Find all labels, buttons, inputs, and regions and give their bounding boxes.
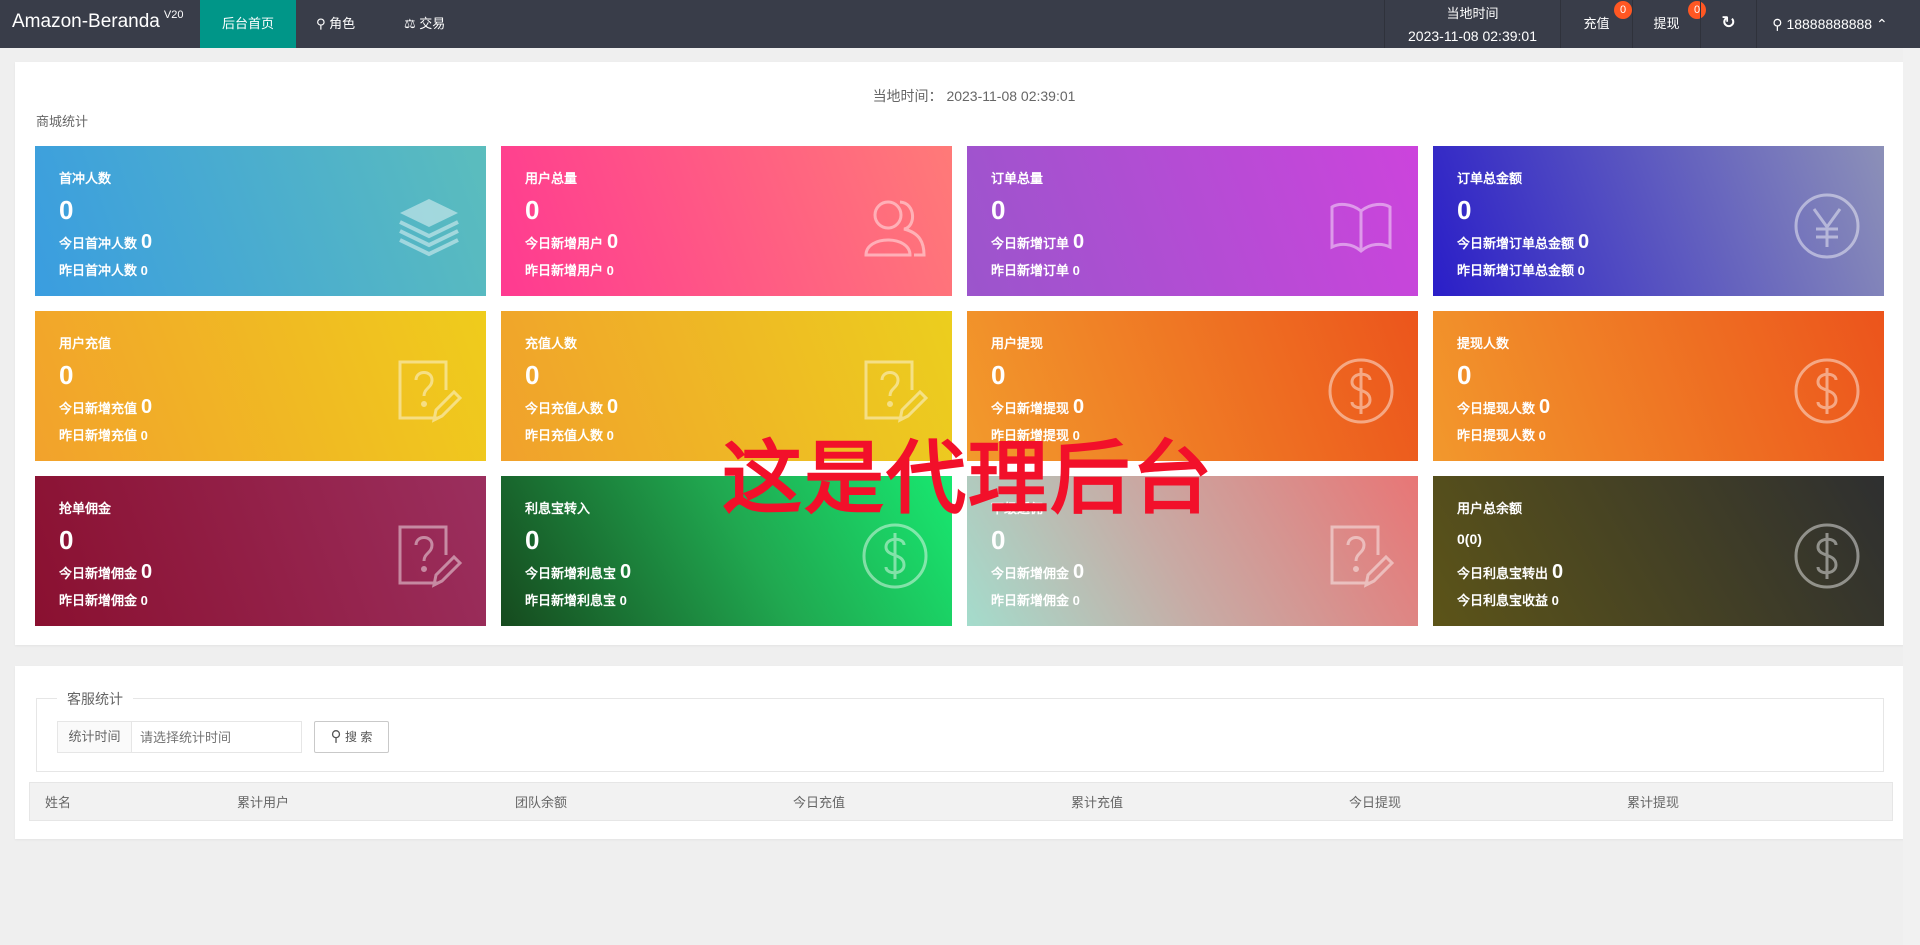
dollar-icon: [1792, 521, 1862, 591]
card-yesterday: 昨日新增用户 0: [525, 263, 614, 278]
card-yesterday: 昨日新增订单总金额 0: [1457, 263, 1585, 278]
layers-icon: [394, 191, 464, 261]
refresh-icon[interactable]: ↻: [1700, 0, 1756, 48]
card-yesterday: 昨日新增利息宝 0: [525, 593, 627, 608]
card-yesterday: 昨日首冲人数 0: [59, 263, 148, 278]
card-title: 用户提现: [991, 336, 1044, 351]
book-icon: [1326, 191, 1396, 261]
recharge-button[interactable]: 充值 0: [1560, 0, 1632, 48]
chevron-up-icon: ⌃: [1875, 16, 1888, 32]
stat-card: 用户总余额 0(0) 今日利息宝转出 0 今日利息宝收益 0: [1433, 476, 1884, 626]
top-header: Amazon-Beranda V20 后台首页 ⚲ 角色 ⚖ 交易 当地时间 20…: [0, 0, 1920, 48]
dollar-icon: [860, 521, 930, 591]
note-icon: [394, 356, 464, 426]
section-title: 商城统计: [36, 114, 89, 129]
card-yesterday: 昨日提现人数 0: [1457, 428, 1546, 443]
card-title: 用户总余额: [1457, 501, 1523, 516]
table-header: 姓名 累计用户 团队余额 今日充值 累计充值 今日提现 累计提现: [29, 782, 1893, 821]
search-button[interactable]: ⚲ 搜 索: [314, 721, 389, 753]
card-title: 充值人数: [525, 336, 578, 351]
yen-icon: [1792, 191, 1862, 261]
service-stats-panel: 客服统计 统计时间 ⚲ 搜 索 姓名 累计用户 团队余额 今日充值 累计充值 今日提现 累计…: [15, 666, 1905, 839]
card-yesterday: 昨日新增佣金 0: [59, 593, 148, 608]
stat-card: 提现人数 0 今日提现人数 0 昨日提现人数 0: [1433, 311, 1884, 461]
nav-trade[interactable]: ⚖ 交易: [384, 0, 465, 48]
stat-card: 用户总量 0 今日新增用户 0 昨日新增用户 0: [501, 146, 952, 296]
recharge-badge: 0: [1614, 1, 1632, 19]
scale-icon: ⚖: [404, 16, 416, 31]
note-icon: [1326, 521, 1396, 591]
card-title: 用户总量: [525, 171, 578, 186]
user-menu[interactable]: ⚲ 18888888888 ⌃: [1756, 0, 1903, 48]
filter-fieldset: 客服统计 统计时间 ⚲ 搜 索: [36, 689, 1884, 772]
stat-card: 订单总金额 0 今日新增订单总金额 0 昨日新增订单总金额 0: [1433, 146, 1884, 296]
fieldset-legend: 客服统计: [57, 689, 133, 709]
nav-role[interactable]: ⚲ 角色: [296, 0, 375, 48]
time-label: 统计时间: [57, 721, 132, 753]
withdraw-button[interactable]: 提现 0: [1632, 0, 1706, 48]
card-yesterday: 昨日新增充值 0: [59, 428, 148, 443]
card-title: 抢单佣金: [59, 501, 112, 516]
user-icon: ⚲: [1772, 16, 1783, 32]
watermark: 这是代理后台: [722, 432, 1214, 525]
users-icon: [860, 191, 930, 261]
stat-card: 订单总量 0 今日新增订单 0 昨日新增订单 0: [967, 146, 1418, 296]
stat-card: 首冲人数 0 今日首冲人数 0 昨日首冲人数 0: [35, 146, 486, 296]
stat-card: 用户充值 0 今日新增充值 0 昨日新增充值 0: [35, 311, 486, 461]
card-yesterday: 今日利息宝收益 0: [1457, 593, 1559, 608]
scrollbar[interactable]: [1903, 48, 1920, 945]
card-yesterday: 昨日新增订单 0: [991, 263, 1080, 278]
column-header: 姓名: [45, 795, 72, 810]
search-icon: ⚲: [330, 728, 342, 745]
note-icon: [394, 521, 464, 591]
column-header: 今日充值: [793, 795, 846, 810]
card-yesterday: 昨日新增佣金 0: [991, 593, 1080, 608]
column-header: 累计用户: [237, 795, 290, 810]
nav-home[interactable]: 后台首页: [200, 0, 296, 48]
stat-card: 抢单佣金 0 今日新增佣金 0 昨日新增佣金 0: [35, 476, 486, 626]
card-title: 订单总量: [991, 171, 1044, 186]
card-title: 用户充值: [59, 336, 112, 351]
local-time-line: 当地时间： 2023-11-08 02:39:01: [872, 88, 1076, 104]
card-title: 提现人数: [1457, 336, 1510, 351]
column-header: 今日提现: [1349, 795, 1402, 810]
card-title: 订单总金额: [1457, 171, 1523, 186]
column-header: 团队余额: [515, 795, 568, 810]
dollar-icon: [1326, 356, 1396, 426]
column-header: 累计提现: [1627, 795, 1680, 810]
version-label: V20: [163, 9, 184, 21]
logo: Amazon-Beranda V20: [12, 9, 184, 32]
user-icon: ⚲: [316, 16, 326, 31]
local-time: 当地时间 2023-11-08 02:39:01: [1384, 0, 1560, 48]
card-title: 首冲人数: [59, 171, 112, 186]
dollar-icon: [1792, 356, 1862, 426]
time-input[interactable]: [131, 721, 302, 753]
column-header: 累计充值: [1071, 795, 1124, 810]
